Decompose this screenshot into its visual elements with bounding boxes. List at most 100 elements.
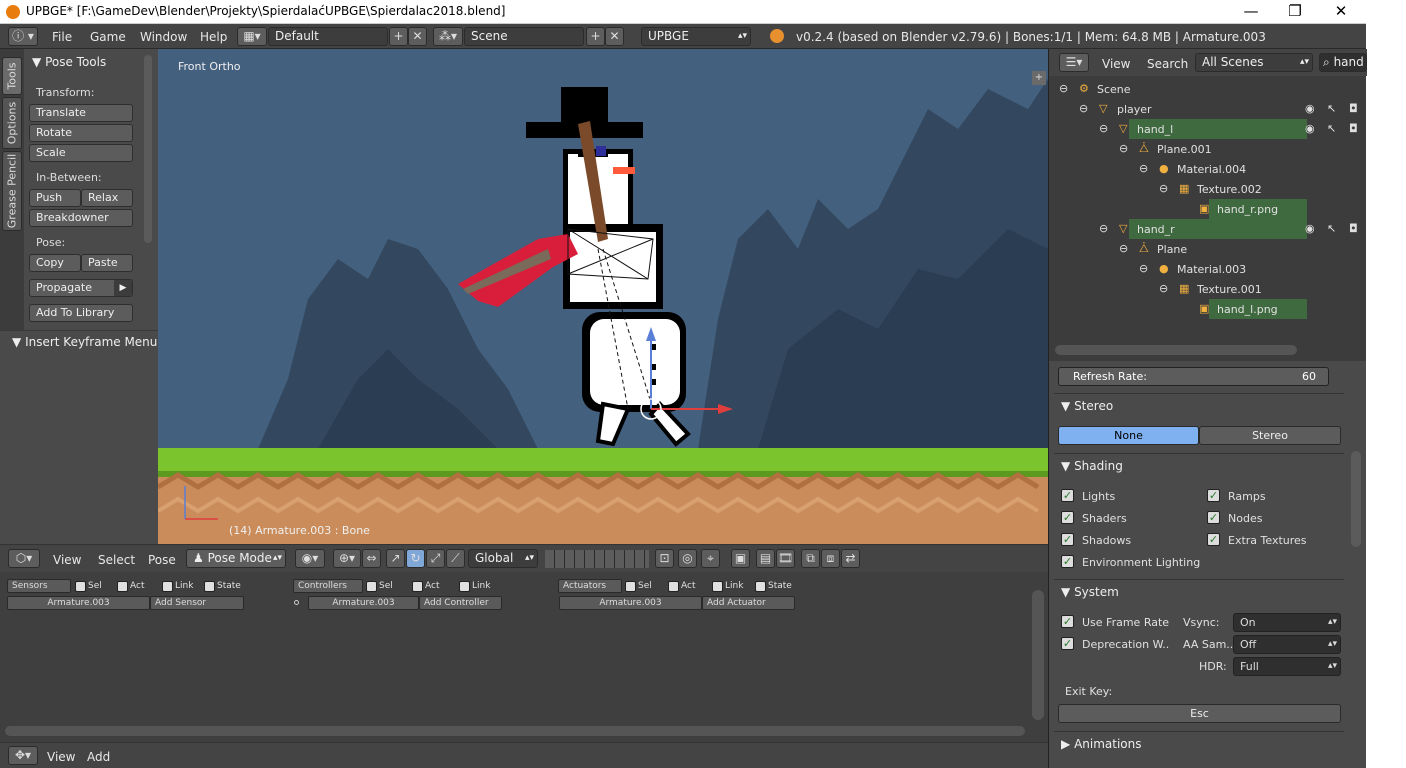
- menu-file[interactable]: File: [52, 30, 72, 44]
- actuators-link-checkbox[interactable]: [712, 581, 723, 592]
- layer-buttons[interactable]: [545, 550, 649, 568]
- relax-button[interactable]: Relax: [81, 189, 133, 207]
- proportional-edit-icon[interactable]: ◎: [678, 549, 697, 568]
- cursor-icon[interactable]: ↖: [1327, 222, 1336, 235]
- actuators-sel-checkbox[interactable]: [625, 581, 636, 592]
- stereo-stereo-button[interactable]: Stereo: [1199, 426, 1341, 445]
- expand-plus-icon[interactable]: +: [1032, 71, 1046, 85]
- collapse-toggle-icon[interactable]: ⊖: [1099, 222, 1108, 235]
- shading-mode-icon[interactable]: ◉▾: [295, 549, 325, 568]
- collapse-toggle-icon[interactable]: ⊖: [1159, 182, 1168, 195]
- actuators-object-field[interactable]: Armature.003: [559, 596, 702, 610]
- extra-textures-checkbox[interactable]: ✓: [1207, 533, 1220, 546]
- controllers-act-checkbox[interactable]: [412, 581, 423, 592]
- actuators-state-checkbox[interactable]: [755, 581, 766, 592]
- scene-icon[interactable]: ⁂▾: [433, 27, 463, 46]
- properties-scrollbar[interactable]: [1351, 451, 1361, 547]
- rotate-button[interactable]: Rotate: [29, 124, 133, 142]
- collapse-toggle-icon[interactable]: ⊖: [1119, 242, 1128, 255]
- collapse-toggle-icon[interactable]: ⊖: [1159, 282, 1168, 295]
- environment-lighting-checkbox[interactable]: ✓: [1061, 555, 1074, 568]
- add-to-library-button[interactable]: Add To Library: [29, 304, 133, 322]
- menu-help[interactable]: Help: [200, 30, 227, 44]
- sensors-state-checkbox[interactable]: [204, 581, 215, 592]
- breakdowner-button[interactable]: Breakdowner: [29, 209, 133, 227]
- remove-scene-icon[interactable]: ✕: [605, 27, 624, 46]
- lights-checkbox[interactable]: ✓: [1061, 489, 1074, 502]
- normal-manipulator-icon[interactable]: ⟋: [446, 549, 465, 568]
- refresh-rate-field[interactable]: Refresh Rate: 60: [1058, 367, 1329, 386]
- copy-pose-icon[interactable]: ⧉: [801, 549, 820, 568]
- sensors-sel-checkbox[interactable]: [75, 581, 86, 592]
- stereo-section-header[interactable]: ▼ Stereo: [1061, 399, 1113, 413]
- eye-icon[interactable]: ◉: [1305, 102, 1315, 115]
- actuators-act-checkbox[interactable]: [668, 581, 679, 592]
- sensors-dropdown[interactable]: Sensors: [7, 579, 71, 593]
- logic-horizontal-scrollbar[interactable]: [5, 726, 1025, 736]
- sensors-link-checkbox[interactable]: [162, 581, 173, 592]
- editor-type-logic-icon[interactable]: ✥▾: [8, 746, 38, 765]
- menu-window[interactable]: Window: [140, 30, 187, 44]
- layout-grid-icon[interactable]: ▦▾: [237, 27, 267, 46]
- 3d-viewport[interactable]: Front Ortho (14) Armature.003 : Bone +: [158, 49, 1048, 544]
- snap-element-icon[interactable]: ▣: [731, 549, 750, 568]
- hdr-select[interactable]: Full ▴▾: [1233, 657, 1341, 676]
- aa-samples-select[interactable]: Off ▴▾: [1233, 635, 1341, 654]
- menu-logic-add[interactable]: Add: [87, 750, 110, 764]
- collapse-toggle-icon[interactable]: ⊖: [1099, 122, 1108, 135]
- outliner-search-input[interactable]: ⌕ hand: [1319, 53, 1367, 72]
- paste-flipped-icon[interactable]: ⇄: [841, 549, 860, 568]
- outliner-row[interactable]: [1049, 239, 1349, 259]
- orientation-select[interactable]: Global ▴▾: [468, 549, 538, 568]
- scene-field[interactable]: Scene: [464, 27, 584, 46]
- add-sensor-select[interactable]: Add Sensor: [150, 596, 244, 610]
- controllers-object-field[interactable]: Armature.003: [308, 596, 419, 610]
- propagate-button[interactable]: Propagate ▶: [29, 279, 133, 297]
- collapse-toggle-icon[interactable]: ⊖: [1139, 262, 1148, 275]
- lock-layers-icon[interactable]: ⊡: [655, 549, 674, 568]
- remove-layout-icon[interactable]: ✕: [408, 27, 427, 46]
- menu-view[interactable]: View: [53, 553, 81, 567]
- manipulator-icon[interactable]: ⇔: [362, 549, 381, 568]
- insert-keyframe-menu-header[interactable]: ▼ Insert Keyframe Menu: [12, 335, 157, 349]
- panel-scrollbar[interactable]: [144, 55, 152, 243]
- add-actuator-select[interactable]: Add Actuator: [702, 596, 795, 610]
- maximize-button[interactable]: ❐: [1272, 0, 1318, 24]
- layout-field[interactable]: Default: [268, 27, 388, 46]
- paste-pose-icon[interactable]: ⧈: [821, 549, 840, 568]
- camera-icon[interactable]: ◘: [1349, 122, 1358, 135]
- tab-tools[interactable]: Tools: [2, 57, 22, 95]
- eye-icon[interactable]: ◉: [1305, 222, 1315, 235]
- outliner-filter-select[interactable]: All Scenes ▴▾: [1195, 53, 1313, 72]
- menu-logic-view[interactable]: View: [47, 750, 75, 764]
- engine-select[interactable]: UPBGE ▴▾: [641, 27, 751, 46]
- camera-icon[interactable]: ◘: [1349, 222, 1358, 235]
- paste-button[interactable]: Paste: [81, 254, 133, 272]
- ramps-checkbox[interactable]: ✓: [1207, 489, 1220, 502]
- rotate-manipulator-icon[interactable]: ↻: [406, 549, 425, 568]
- controllers-sel-checkbox[interactable]: [366, 581, 377, 592]
- shadows-checkbox[interactable]: ✓: [1061, 533, 1074, 546]
- scale-manipulator-icon[interactable]: ⤢: [426, 549, 445, 568]
- push-button[interactable]: Push: [29, 189, 81, 207]
- stereo-none-button[interactable]: None: [1058, 426, 1199, 445]
- menu-pose[interactable]: Pose: [148, 553, 176, 567]
- collapse-toggle-icon[interactable]: ⊖: [1139, 162, 1148, 175]
- minimize-button[interactable]: —: [1228, 0, 1274, 24]
- menu-game[interactable]: Game: [90, 30, 126, 44]
- camera-icon[interactable]: ◘: [1349, 102, 1358, 115]
- scale-button[interactable]: Scale: [29, 144, 133, 162]
- outliner-row[interactable]: [1049, 99, 1349, 119]
- outliner-menu-search[interactable]: Search: [1147, 57, 1188, 71]
- sensors-object-field[interactable]: Armature.003: [7, 596, 150, 610]
- translate-manipulator-icon[interactable]: ↗: [386, 549, 405, 568]
- logic-vertical-scrollbar[interactable]: [1032, 590, 1044, 720]
- exit-key-button[interactable]: Esc: [1058, 704, 1341, 723]
- render-icon[interactable]: ▤: [756, 549, 775, 568]
- animations-section-header[interactable]: ▶ Animations: [1061, 737, 1142, 751]
- deprecation-warnings-checkbox[interactable]: ✓: [1061, 637, 1074, 650]
- cursor-icon[interactable]: ↖: [1327, 122, 1336, 135]
- snap-icon[interactable]: ⌖: [701, 549, 720, 568]
- collapse-toggle-icon[interactable]: ⊖: [1119, 142, 1128, 155]
- nodes-checkbox[interactable]: ✓: [1207, 511, 1220, 524]
